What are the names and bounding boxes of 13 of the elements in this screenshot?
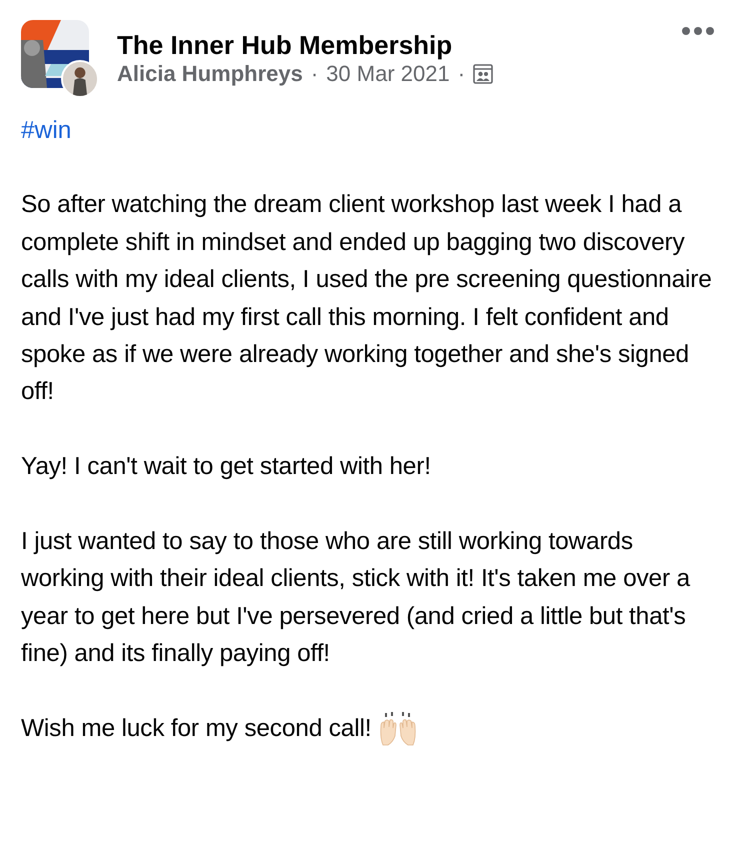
post-text: Yay! I can't wait to get started with her! bbox=[21, 452, 432, 482]
more-options-icon[interactable] bbox=[681, 26, 715, 36]
separator: · bbox=[458, 60, 466, 88]
post-text: Wish me luck for my second call! bbox=[21, 714, 372, 744]
author-name[interactable]: Alicia Humphreys bbox=[117, 60, 303, 88]
post-text: I just wanted to say to those who are still working towards working with their ideal clients, stick with it! It's taken me over a year to get here but I've persevered (and cried a little but that's fine) and its finally paying off! bbox=[21, 527, 692, 670]
post-text: So after watching the dream client workshop last week I had a complete shift in mindset and ended up bagging two discovery calls with my ideal clients, I used the pre screening questionnaire and I've just had my first call this morning. I felt confident and spoke as if we were already working together and she's signed off! bbox=[21, 190, 713, 408]
separator: · bbox=[310, 60, 318, 88]
post-date[interactable]: 30 Mar 2021 bbox=[326, 60, 450, 88]
raised-hands-icon bbox=[379, 712, 418, 746]
group-name[interactable]: The Inner Hub Membership bbox=[117, 30, 681, 60]
group-audience-icon bbox=[473, 64, 494, 84]
hashtag-link[interactable]: #win bbox=[21, 112, 72, 149]
